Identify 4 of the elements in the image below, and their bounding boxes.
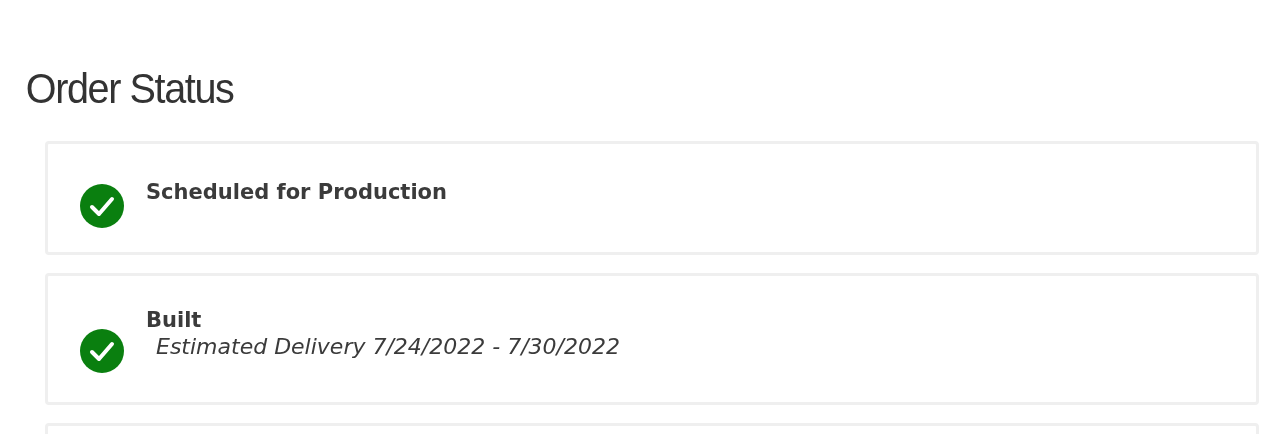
- delivery-estimate: Estimated Delivery 7/24/2022 - 7/30/2022: [155, 333, 620, 359]
- step-label: Built: [146, 307, 203, 332]
- page-title: Order Status: [24, 63, 235, 114]
- step-label: Scheduled for Production: [146, 180, 447, 204]
